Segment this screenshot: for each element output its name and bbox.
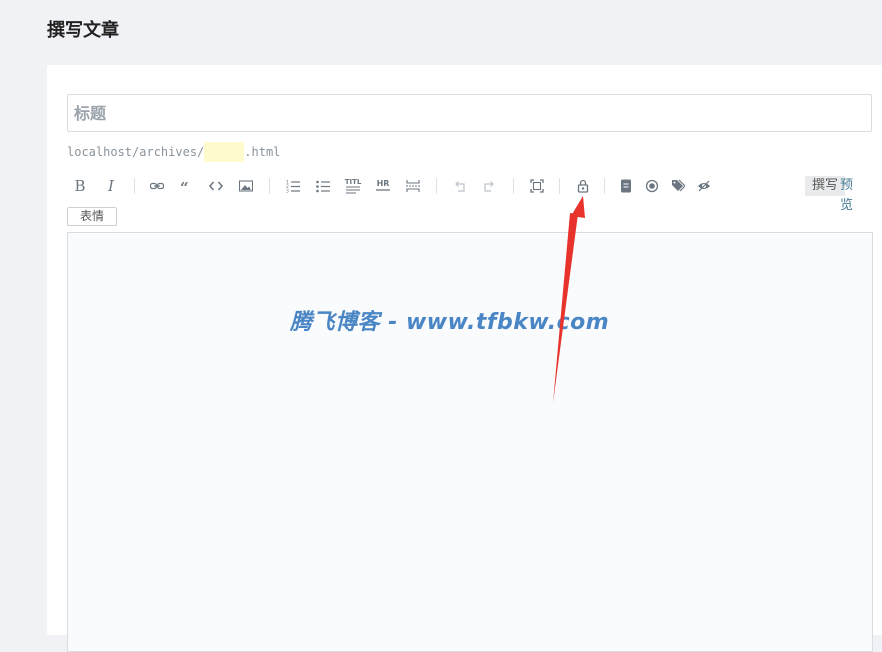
redo-button[interactable]: [478, 176, 500, 196]
url-preview: localhost/archives/ .html: [67, 142, 280, 162]
fullscreen-button[interactable]: [526, 176, 548, 196]
emoji-button[interactable]: 表情: [67, 207, 118, 226]
toolbar-divider: [134, 178, 135, 194]
svg-text:3: 3: [286, 189, 289, 194]
title-button[interactable]: TITL: [342, 176, 364, 196]
radio-icon: [645, 179, 659, 193]
svg-text:“: “: [180, 179, 189, 193]
undo-button[interactable]: [449, 176, 471, 196]
code-button[interactable]: [205, 176, 227, 196]
content-editor[interactable]: [67, 232, 873, 652]
code-icon: [209, 181, 223, 191]
tag-button[interactable]: [667, 176, 689, 196]
file-button[interactable]: [615, 176, 637, 196]
undo-icon: [455, 181, 465, 192]
italic-icon: I: [108, 177, 114, 195]
hr-icon: HR: [376, 180, 390, 192]
url-suffix: .html: [244, 145, 281, 159]
page-title: 撰写文章: [47, 20, 119, 41]
unordered-list-icon: [316, 180, 330, 193]
hr-icon-label: HR: [376, 179, 390, 188]
toolbar-divider: [559, 178, 560, 194]
redo-icon: [484, 181, 494, 192]
eye-button[interactable]: [693, 176, 715, 196]
toolbar-divider: [513, 178, 514, 194]
editor-card: localhost/archives/ .html B I “ 123 TITL: [47, 65, 882, 652]
image-icon: [239, 180, 253, 192]
toolbar-divider: [604, 178, 605, 194]
image-button[interactable]: [235, 176, 257, 196]
link-icon: [150, 182, 164, 190]
lock-button[interactable]: [572, 176, 594, 196]
hr-button[interactable]: HR: [372, 176, 394, 196]
editor-toolbar: B I “ 123 TITL HR 撰写 预览: [67, 176, 872, 213]
tab-preview[interactable]: 预览: [833, 176, 872, 213]
ordered-list-icon: 123: [286, 180, 300, 194]
title-input[interactable]: [67, 94, 872, 132]
ordered-list-button[interactable]: 123: [282, 176, 304, 196]
title-icon: TITL: [344, 178, 362, 194]
bold-icon: B: [74, 177, 86, 195]
tag-icon: [672, 179, 685, 192]
slug-input[interactable]: [204, 142, 245, 162]
italic-button[interactable]: I: [100, 176, 122, 196]
lock-icon: [577, 179, 589, 193]
more-icon: [406, 180, 420, 192]
title-icon-label: TITL: [344, 178, 362, 186]
url-prefix: localhost/archives/: [67, 145, 205, 159]
toolbar-divider: [269, 178, 270, 194]
quote-button[interactable]: “: [175, 176, 197, 196]
more-button[interactable]: [402, 176, 424, 196]
fullscreen-icon: [530, 179, 544, 193]
quote-icon: “: [180, 179, 189, 193]
watermark: 腾飞博客 - www.tfbkw.com: [290, 310, 610, 335]
radio-button[interactable]: [641, 176, 663, 196]
file-icon: [621, 179, 631, 193]
link-button[interactable]: [146, 176, 168, 196]
unordered-list-button[interactable]: [312, 176, 334, 196]
eye-icon: [698, 180, 710, 192]
bold-button[interactable]: B: [69, 176, 91, 196]
toolbar-divider: [436, 178, 437, 194]
